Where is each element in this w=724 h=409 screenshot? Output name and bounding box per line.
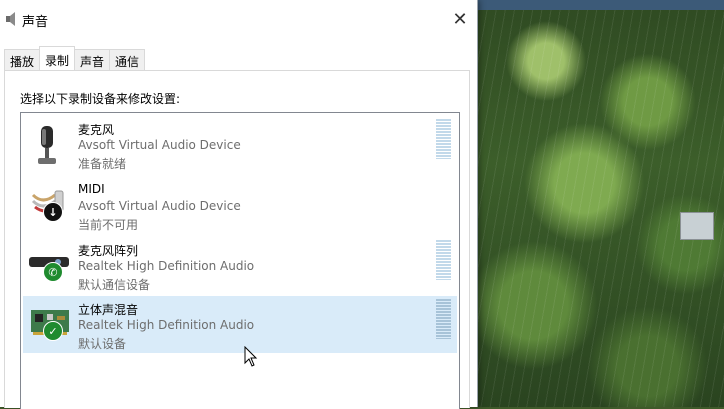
- level-meter: [436, 240, 451, 280]
- device-status: 当前不可用: [78, 218, 139, 232]
- device-name: 麦克风: [78, 123, 115, 137]
- level-meter: [436, 119, 451, 159]
- device-item-microphone[interactable]: 麦克风 Avsoft Virtual Audio Device 准备就绪: [23, 116, 457, 173]
- microphone-icon: [38, 126, 56, 164]
- sound-dialog: 声音 ✕ 播放 录制 声音 通信 选择以下录制设备来修改设置: 麦克风 Avso…: [0, 0, 478, 409]
- close-icon: ✕: [452, 8, 468, 30]
- device-driver: Realtek High Definition Audio: [78, 318, 255, 332]
- device-driver: Avsoft Virtual Audio Device: [78, 199, 241, 213]
- level-meter: [436, 299, 451, 339]
- unavailable-arrow-icon: ↓: [43, 202, 63, 222]
- tab-strip: 播放 录制 声音 通信: [4, 46, 146, 71]
- device-item-mic-array[interactable]: ✆ 麦克风阵列 Realtek High Definition Audio 默认…: [23, 237, 457, 294]
- tab-communications[interactable]: 通信: [109, 49, 146, 70]
- tab-recording[interactable]: 录制: [39, 46, 76, 70]
- instruction-label: 选择以下录制设备来修改设置:: [20, 92, 181, 106]
- device-driver: Realtek High Definition Audio: [78, 259, 255, 273]
- device-driver: Avsoft Virtual Audio Device: [78, 138, 241, 152]
- device-name: 麦克风阵列: [78, 244, 139, 258]
- background-window-edge: [470, 0, 724, 10]
- device-item-midi[interactable]: ↓ MIDI Avsoft Virtual Audio Device 当前不可用: [23, 177, 457, 234]
- desktop-wallpaper: [470, 0, 724, 407]
- close-button[interactable]: ✕: [447, 6, 473, 32]
- wallpaper-rain: [470, 0, 724, 407]
- device-name: 立体声混音: [78, 303, 139, 317]
- wallpaper-sign: [680, 212, 714, 240]
- title-bar: 声音 ✕: [0, 0, 477, 38]
- recording-panel: 选择以下录制设备来修改设置: 麦克风 Avsoft Virtual Audio …: [4, 70, 470, 409]
- device-status: 准备就绪: [78, 157, 127, 171]
- window-title: 声音: [22, 15, 49, 30]
- tab-sounds[interactable]: 声音: [74, 49, 111, 70]
- device-list: 麦克风 Avsoft Virtual Audio Device 准备就绪 ↓ M…: [20, 112, 460, 409]
- tab-playback[interactable]: 播放: [4, 49, 41, 70]
- device-status: 默认设备: [78, 337, 127, 351]
- mouse-cursor-icon: [244, 346, 258, 367]
- device-item-stereo-mix[interactable]: ✓ 立体声混音 Realtek High Definition Audio 默认…: [23, 296, 457, 353]
- device-status: 默认通信设备: [78, 278, 151, 292]
- phone-icon: ✆: [43, 262, 63, 282]
- checkmark-icon: ✓: [43, 321, 63, 341]
- device-name: MIDI: [78, 182, 105, 196]
- speaker-icon: [6, 12, 15, 26]
